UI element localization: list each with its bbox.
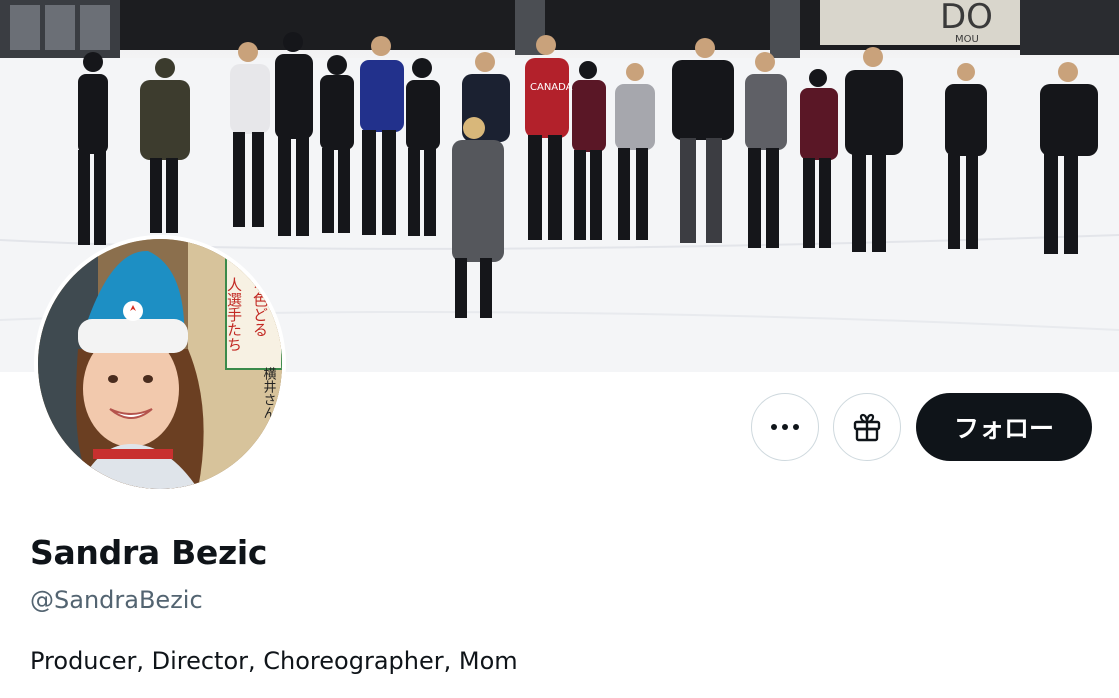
more-options-button[interactable]: [751, 393, 819, 461]
svg-text:CANADA: CANADA: [530, 82, 573, 93]
svg-text:横井さん: 横井さん: [261, 367, 277, 419]
follow-button[interactable]: フォロー: [916, 393, 1092, 461]
svg-text:人選手たち: 人選手たち: [225, 277, 243, 352]
more-dots-icon: [771, 424, 799, 430]
gift-button[interactable]: [833, 393, 901, 461]
profile-bio: Producer, Director, Choreographer, Mom: [30, 647, 518, 675]
svg-text:MOU: MOU: [955, 34, 979, 45]
profile-page: DO MOU CANADA 人選手たち な色どる 横井さん フォロー Sandr…: [0, 0, 1119, 698]
svg-text:DO: DO: [940, 0, 993, 37]
profile-handle: @SandraBezic: [30, 586, 203, 614]
profile-avatar[interactable]: 人選手たち な色どる 横井さん: [34, 235, 286, 493]
avatar-photo-icon: 人選手たち な色どる 横井さん: [38, 239, 282, 489]
profile-display-name: Sandra Bezic: [30, 533, 268, 572]
gift-icon: [853, 413, 881, 442]
